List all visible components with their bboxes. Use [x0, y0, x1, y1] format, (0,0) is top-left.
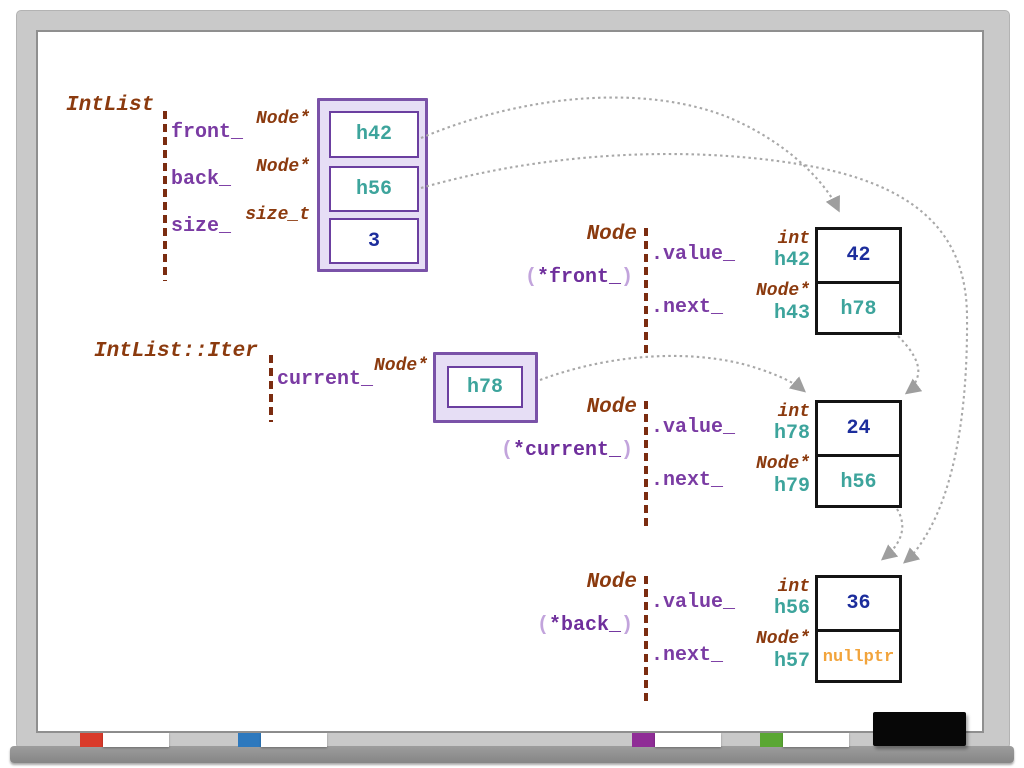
- intlist-title: IntList: [66, 95, 154, 116]
- node-group-current: Node .value_ int h78 (*current_) .next_ …: [500, 394, 912, 534]
- marker-blue-cap: [238, 733, 261, 747]
- next-member-type: Node*: [710, 455, 810, 473]
- deref-open-paren: (: [537, 614, 549, 637]
- marker-tray: [10, 746, 1014, 763]
- deref-label: (*back_): [500, 616, 633, 636]
- marker-red-cap: [80, 733, 103, 747]
- next-member-type: Node*: [710, 630, 810, 648]
- node-value-cell: 24: [818, 403, 899, 457]
- node-value-cell: 42: [818, 230, 899, 284]
- node-next-cell: nullptr: [818, 632, 899, 683]
- node-next-cell: h78: [818, 284, 899, 335]
- eraser: [873, 712, 966, 746]
- size-value-box: 3: [329, 218, 419, 264]
- marker-purple-cap: [632, 733, 655, 747]
- intlist-divider: [163, 111, 167, 281]
- value-member-type: int: [710, 578, 810, 596]
- deref-open-paren: (: [525, 266, 537, 289]
- marker-blue-body: [261, 733, 327, 747]
- node-box: 24 h56: [815, 400, 902, 508]
- deref-close-paren: ): [621, 614, 633, 637]
- front-pointer-box: h42: [329, 111, 419, 158]
- next-member-address: h43: [710, 304, 810, 324]
- node-group-front: Node .value_ int h42 (*front_) .next_ No…: [500, 221, 912, 361]
- node-box: 36 nullptr: [815, 575, 902, 683]
- node-title: Node: [500, 397, 637, 418]
- value-member-address: h78: [710, 424, 810, 444]
- intlist-container: h42 h56 3: [317, 98, 428, 272]
- node-divider: [644, 228, 648, 355]
- deref-core: *current_: [513, 439, 621, 462]
- node-group-back: Node .value_ int h56 (*back_) .next_ Nod…: [500, 569, 912, 709]
- deref-close-paren: ): [621, 266, 633, 289]
- deref-close-paren: ): [621, 439, 633, 462]
- value-member-type: int: [710, 230, 810, 248]
- whiteboard: IntList front_ Node* back_ Node* size_ s…: [0, 0, 1024, 768]
- next-member-address: h79: [710, 477, 810, 497]
- iter-field-current-type: Node*: [328, 357, 428, 375]
- iter-title: IntList::Iter: [94, 341, 258, 362]
- value-member-address: h56: [710, 599, 810, 619]
- next-member-type: Node*: [710, 282, 810, 300]
- node-next-cell: h56: [818, 457, 899, 508]
- marker-green-cap: [760, 733, 783, 747]
- deref-open-paren: (: [501, 439, 513, 462]
- node-divider: [644, 576, 648, 703]
- intlist-field-back-type: Node*: [210, 158, 310, 176]
- deref-core: *back_: [549, 614, 621, 637]
- back-pointer-box: h56: [329, 166, 419, 212]
- intlist-field-size-type: size_t: [210, 206, 310, 224]
- marker-purple-body: [655, 733, 721, 747]
- deref-label: (*current_): [500, 441, 633, 461]
- value-member-address: h42: [710, 251, 810, 271]
- node-divider: [644, 401, 648, 528]
- iter-divider: [269, 355, 273, 422]
- marker-green-body: [783, 733, 849, 747]
- node-title: Node: [500, 572, 637, 593]
- node-title: Node: [500, 224, 637, 245]
- node-box: 42 h78: [815, 227, 902, 335]
- node-value-cell: 36: [818, 578, 899, 632]
- marker-red-body: [103, 733, 169, 747]
- next-member-address: h57: [710, 652, 810, 672]
- intlist-field-front-type: Node*: [210, 110, 310, 128]
- deref-core: *front_: [537, 266, 621, 289]
- deref-label: (*front_): [500, 268, 633, 288]
- value-member-type: int: [710, 403, 810, 421]
